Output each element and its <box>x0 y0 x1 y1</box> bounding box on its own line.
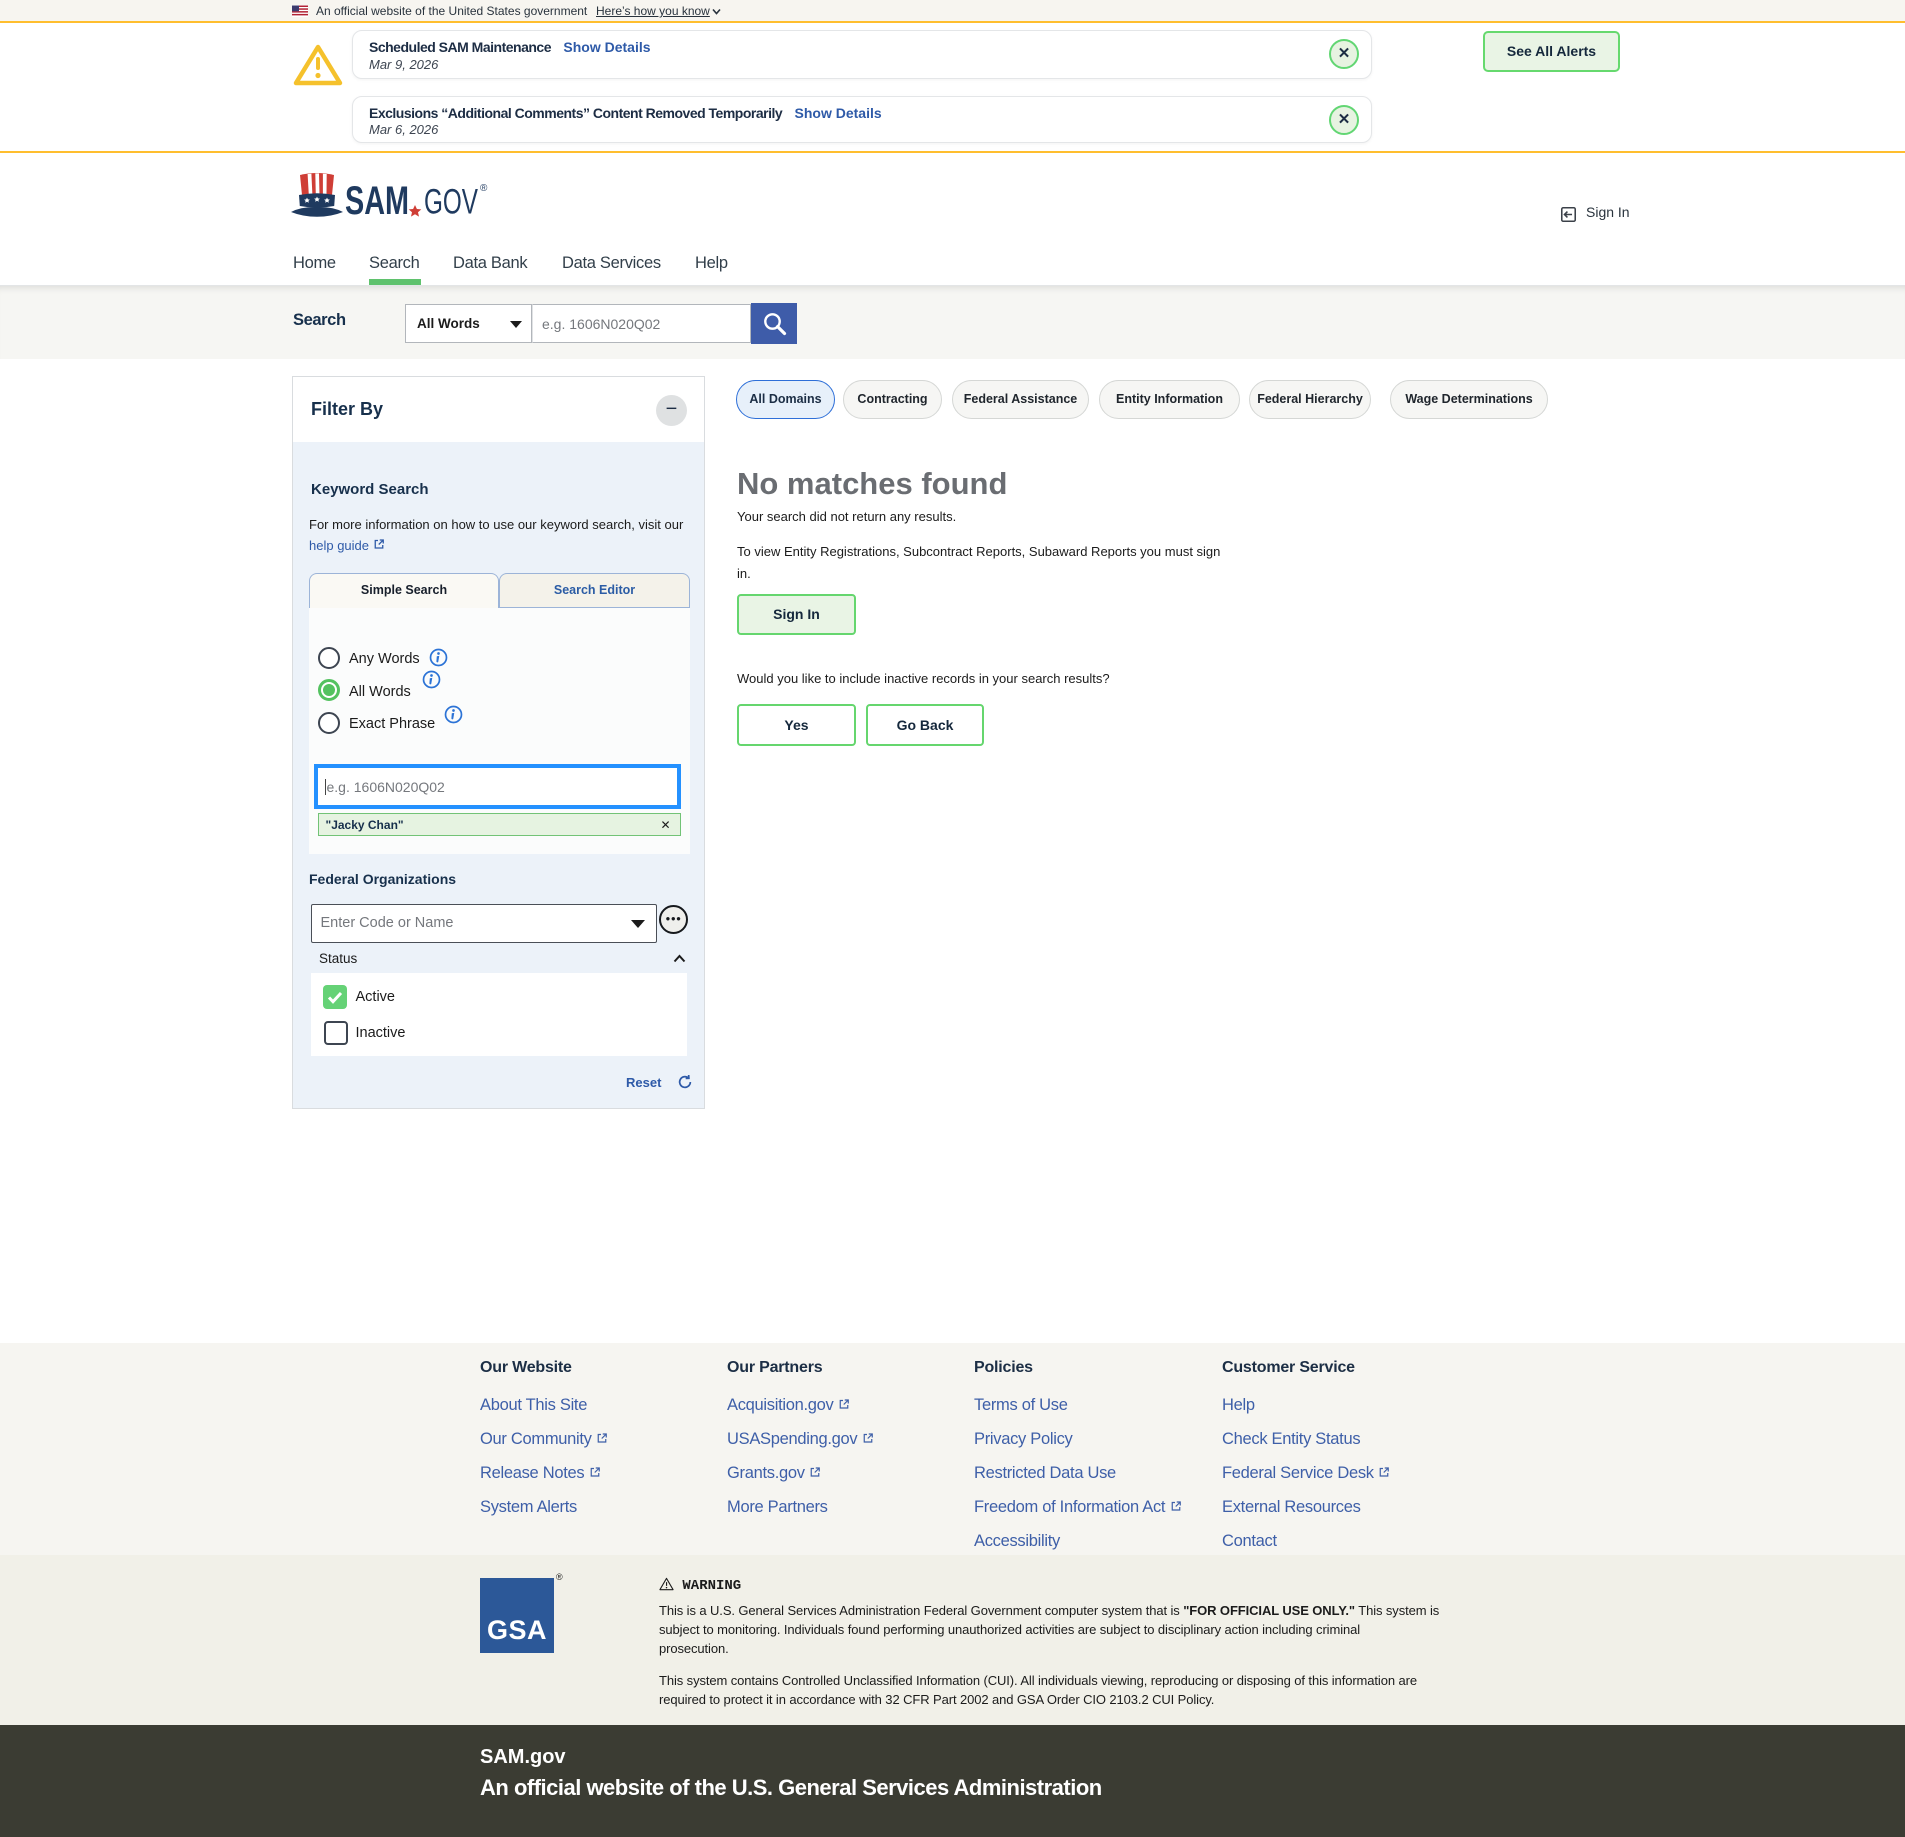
svg-text:®: ® <box>480 183 488 194</box>
svg-text:GOV: GOV <box>424 183 478 220</box>
svg-text:SAM: SAM <box>345 179 409 219</box>
